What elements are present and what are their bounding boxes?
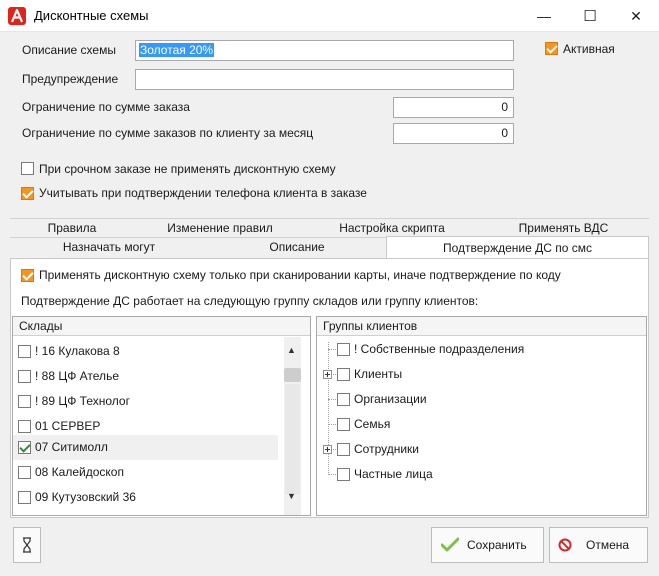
save-button[interactable]: Сохранить [431, 527, 544, 563]
client-group-checkbox[interactable] [337, 343, 350, 356]
expand-icon[interactable] [323, 445, 332, 454]
urgent-checkbox[interactable] [21, 162, 34, 175]
warning-input[interactable] [135, 69, 514, 90]
list-item[interactable]: ! 16 Кулакова 8 [13, 339, 278, 364]
save-label: Сохранить [467, 538, 527, 552]
warehouses-scrollbar[interactable]: ▲ ▼ [284, 337, 301, 515]
warning-label: Предупреждение [22, 72, 119, 86]
cancel-label: Отмена [586, 538, 630, 552]
list-item[interactable]: ! 88 ЦФ Ателье [13, 364, 278, 389]
client-group-checkbox[interactable] [337, 393, 350, 406]
warehouse-label: ! 89 ЦФ Технолог [35, 394, 130, 408]
description-value: Золотая 20% [139, 43, 215, 57]
expand-icon[interactable] [323, 370, 332, 379]
tree-item[interactable]: ! Собственные подразделения [317, 337, 646, 362]
tab-apply-vds[interactable]: Применять ВДС [478, 218, 649, 237]
warehouse-checkbox[interactable] [18, 441, 31, 454]
tab-script-settings[interactable]: Настройка скрипта [306, 218, 478, 237]
minimize-icon: — [537, 8, 551, 24]
tree-item[interactable]: Сотрудники [317, 437, 646, 462]
active-label: Активная [563, 42, 615, 56]
maximize-icon: ☐ [583, 8, 597, 25]
checkmark-icon [441, 537, 459, 552]
scan-label: Применять дисконтную схему только при ск… [39, 268, 561, 282]
client-group-label: Клиенты [354, 367, 403, 381]
client-group-label: Сотрудники [354, 442, 419, 456]
warehouse-label: ! 88 ЦФ Ателье [35, 369, 119, 383]
order-limit-input[interactable]: 0 [393, 97, 514, 118]
minimize-button[interactable]: — [521, 0, 567, 32]
warehouse-checkbox[interactable] [18, 345, 31, 358]
monthly-limit-input[interactable]: 0 [393, 123, 514, 144]
warehouse-checkbox[interactable] [18, 420, 31, 433]
hourglass-button[interactable] [13, 527, 41, 563]
description-input[interactable]: Золотая 20% [135, 40, 514, 61]
client-groups-grid[interactable]: Группы клиентов ! Собственные подразделе… [316, 316, 647, 516]
warehouse-label: 01 СЕРВЕР [35, 419, 101, 433]
close-icon: ✕ [630, 7, 642, 24]
warehouse-label: ! 16 Кулакова 8 [35, 344, 120, 358]
tree-item[interactable]: Частные лица [317, 462, 646, 487]
client-group-label: Семья [354, 417, 391, 431]
list-item[interactable]: 08 Калейдоскоп [13, 460, 278, 485]
tree-item[interactable]: Организации [317, 387, 646, 412]
phone-label: Учитывать при подтверждении телефона кли… [39, 186, 367, 200]
urgent-label: При срочном заказе не применять дисконтн… [39, 162, 336, 176]
close-button[interactable]: ✕ [613, 0, 659, 32]
client-group-checkbox[interactable] [337, 368, 350, 381]
description-label: Описание схемы [22, 43, 116, 57]
maximize-button[interactable]: ☐ [567, 0, 613, 32]
monthly-limit-label: Ограничение по сумме заказов по клиенту … [22, 126, 314, 140]
hourglass-icon [23, 537, 31, 553]
tab-description[interactable]: Описание [208, 237, 386, 256]
window-title: Дисконтные схемы [34, 8, 149, 23]
list-item[interactable]: 09 Кутузовский 36 [13, 485, 278, 510]
tab-rule-changes[interactable]: Изменение правил [134, 218, 306, 237]
client-group-checkbox[interactable] [337, 443, 350, 456]
tab-rules[interactable]: Правила [10, 218, 134, 237]
cancel-icon [558, 538, 572, 552]
group-text: Подтверждение ДС работает на следующую г… [21, 294, 479, 308]
warehouse-checkbox[interactable] [18, 491, 31, 504]
scroll-thumb[interactable] [284, 368, 301, 382]
tree-item[interactable]: Клиенты [317, 362, 646, 387]
client-group-label: Организации [354, 392, 427, 406]
client-group-label: Частные лица [354, 467, 433, 481]
warehouse-checkbox[interactable] [18, 395, 31, 408]
title-bar[interactable]: Дисконтные схемы — ☐ ✕ [0, 0, 659, 32]
warehouses-header: Склады [13, 317, 310, 336]
warehouse-checkbox[interactable] [18, 370, 31, 383]
scroll-track[interactable] [285, 384, 300, 494]
order-limit-label: Ограничение по сумме заказа [22, 100, 190, 114]
scroll-down-icon[interactable]: ▼ [287, 491, 296, 501]
warehouse-label: 09 Кутузовский 36 [35, 490, 136, 504]
scan-checkbox[interactable] [21, 269, 34, 282]
active-checkbox[interactable] [545, 42, 558, 55]
list-item[interactable]: 07 Ситимолл [13, 435, 278, 460]
client-group-checkbox[interactable] [337, 468, 350, 481]
list-item[interactable]: ! 89 ЦФ Технолог [13, 389, 278, 414]
client-groups-header: Группы клиентов [317, 317, 646, 336]
tab-sms-confirmation[interactable]: Подтверждение ДС по смс [386, 236, 649, 258]
phone-checkbox[interactable] [21, 187, 34, 200]
cancel-button[interactable]: Отмена [549, 527, 648, 563]
scroll-up-icon[interactable]: ▲ [287, 345, 296, 355]
app-logo-icon [8, 7, 26, 25]
tab-assign-can[interactable]: Назначать могут [10, 237, 208, 256]
warehouse-label: 07 Ситимолл [35, 440, 108, 454]
warehouses-grid[interactable]: Склады ! 16 Кулакова 8 ! 88 ЦФ Ателье ! … [12, 316, 311, 516]
client-group-checkbox[interactable] [337, 418, 350, 431]
client-group-label: ! Собственные подразделения [354, 342, 525, 356]
warehouse-label: 08 Калейдоскоп [35, 465, 124, 479]
tree-item[interactable]: Семья [317, 412, 646, 437]
warehouse-checkbox[interactable] [18, 466, 31, 479]
